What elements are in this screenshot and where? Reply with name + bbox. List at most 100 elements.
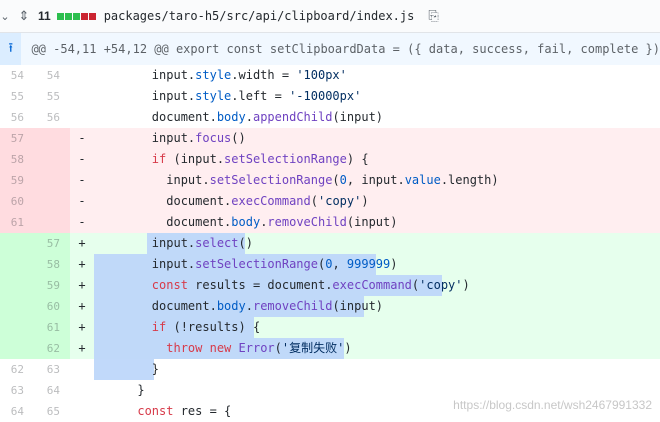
diff-sign (70, 86, 94, 107)
new-line-number[interactable]: 62 (34, 338, 70, 359)
code-text: input.style.width = '100px' (94, 68, 347, 82)
unfold-icon[interactable]: ⇕ (16, 7, 32, 25)
diff-line-add: 57 + input.select() (0, 233, 660, 254)
diff-line-add: 61 + if (!results) { (0, 317, 660, 338)
file-path[interactable]: packages/taro-h5/src/api/clipboard/index… (104, 9, 415, 23)
code-text: document.body.removeChild(input) (94, 215, 398, 229)
old-line-number[interactable]: 61 (0, 212, 34, 233)
diff-line-add: 59 + const results = document.execCommand… (0, 275, 660, 296)
new-line-number[interactable] (34, 149, 70, 170)
diff-table: ⭱ @@ -54,11 +54,12 @@ export const setCl… (0, 33, 660, 422)
new-line-number[interactable] (34, 191, 70, 212)
diff-sign: - (70, 128, 94, 149)
diff-sign: - (70, 170, 94, 191)
code-text: if (!results) { (151, 320, 261, 334)
diff-line-add: 58 + input.setSelectionRange(0, 999999) (0, 254, 660, 275)
new-line-number[interactable] (34, 128, 70, 149)
old-line-number[interactable] (0, 275, 34, 296)
diff-sign: - (70, 149, 94, 170)
diffstat-block (56, 12, 64, 20)
new-line-number[interactable]: 54 (34, 65, 70, 86)
code-line: document.body.appendChild(input) (94, 107, 660, 128)
expand-up-icon[interactable]: ⭱ (0, 33, 22, 65)
code-text: throw new Error('复制失败') (166, 341, 352, 355)
code-text: input.setSelectionRange(0, input.value.l… (94, 173, 499, 187)
new-line-number[interactable]: 64 (34, 380, 70, 401)
diff-sign: + (70, 233, 94, 254)
new-line-number[interactable] (34, 212, 70, 233)
old-line-number[interactable]: 62 (0, 359, 34, 380)
new-line-number[interactable]: 57 (34, 233, 70, 254)
code-text: } (94, 383, 145, 397)
diff-sign (70, 401, 94, 422)
diff-line-del: 60 - document.execCommand('copy') (0, 191, 660, 212)
new-line-number[interactable] (34, 170, 70, 191)
code-text: if (input.setSelectionRange) { (151, 152, 369, 166)
old-line-number[interactable]: 57 (0, 128, 34, 149)
old-line-number[interactable]: 59 (0, 170, 34, 191)
chevron-down-icon[interactable]: ⌄ (0, 10, 10, 23)
diff-sign: - (70, 191, 94, 212)
diff-line-del: 61 - document.body.removeChild(input) (0, 212, 660, 233)
old-line-number[interactable]: 56 (0, 107, 34, 128)
diffstat-block (80, 12, 88, 20)
diff-sign (70, 65, 94, 86)
code-text: input.select() (94, 236, 253, 250)
old-line-number[interactable]: 54 (0, 65, 34, 86)
diff-lines: 54 54 input.style.width = '100px' 55 55 inp… (0, 65, 660, 422)
diff-sign: + (70, 275, 94, 296)
old-line-number[interactable]: 55 (0, 86, 34, 107)
code-line: input.style.width = '100px' (94, 65, 660, 86)
diff-line-del: 58 - if (input.setSelectionRange) { (0, 149, 660, 170)
code-line: if (input.setSelectionRange) { (94, 149, 660, 170)
diff-line-del: 59 - input.setSelectionRange(0, input.val… (0, 170, 660, 191)
code-text: input.style.left = '-10000px' (94, 89, 362, 103)
old-line-number[interactable]: 58 (0, 149, 34, 170)
diff-sign (70, 359, 94, 380)
old-line-number[interactable]: 64 (0, 401, 34, 422)
new-line-number[interactable]: 60 (34, 296, 70, 317)
code-text: document.body.appendChild(input) (94, 110, 384, 124)
clippy-icon[interactable]: ⎘ (428, 8, 438, 24)
new-line-number[interactable]: 55 (34, 86, 70, 107)
diff-line-ctx: 56 56 document.body.appendChild(input) (0, 107, 660, 128)
new-line-number[interactable]: 65 (34, 401, 70, 422)
code-line: document.body.removeChild(input) (94, 212, 660, 233)
old-line-number[interactable]: 60 (0, 191, 34, 212)
diffstat-block (88, 12, 96, 20)
file-header: ⌄ ⇕ 11 packages/taro-h5/src/api/clipboar… (0, 0, 660, 33)
diffstat (56, 12, 97, 20)
old-line-number[interactable] (0, 338, 34, 359)
diff-sign: + (70, 317, 94, 338)
old-line-number[interactable] (0, 317, 34, 338)
diff-line-ctx: 62 63 } (0, 359, 660, 380)
diffstat-block (64, 12, 72, 20)
hunk-header: ⭱ @@ -54,11 +54,12 @@ export const setCl… (0, 33, 660, 65)
old-line-number[interactable] (0, 233, 34, 254)
diffstat-block (72, 12, 80, 20)
diff-sign: + (70, 254, 94, 275)
diff-line-add: 60 + document.body.removeChild(input) (0, 296, 660, 317)
old-line-number[interactable] (0, 254, 34, 275)
diff-line-count: 11 (38, 9, 51, 23)
new-line-number[interactable]: 58 (34, 254, 70, 275)
diff-sign (70, 380, 94, 401)
diff-line-add: 62 + throw new Error('复制失败') (0, 338, 660, 359)
code-text: const results = document.execCommand('co… (151, 278, 470, 292)
new-line-number[interactable]: 61 (34, 317, 70, 338)
old-line-number[interactable] (0, 296, 34, 317)
code-line: input.style.left = '-10000px' (94, 86, 660, 107)
diff-line-ctx: 55 55 input.style.left = '-10000px' (0, 86, 660, 107)
code-text: document.execCommand('copy') (94, 194, 369, 208)
code-line: input.focus() (94, 128, 660, 149)
old-line-number[interactable]: 63 (0, 380, 34, 401)
new-line-number[interactable]: 63 (34, 359, 70, 380)
code-text: input.focus() (94, 131, 246, 145)
code-line: } (94, 359, 660, 380)
diff-sign (70, 107, 94, 128)
new-line-number[interactable]: 59 (34, 275, 70, 296)
code-line: document.execCommand('copy') (94, 191, 660, 212)
code-text: input.setSelectionRange(0, 999999) (94, 257, 398, 271)
code-text: document.body.removeChild(input) (94, 299, 384, 313)
new-line-number[interactable]: 56 (34, 107, 70, 128)
